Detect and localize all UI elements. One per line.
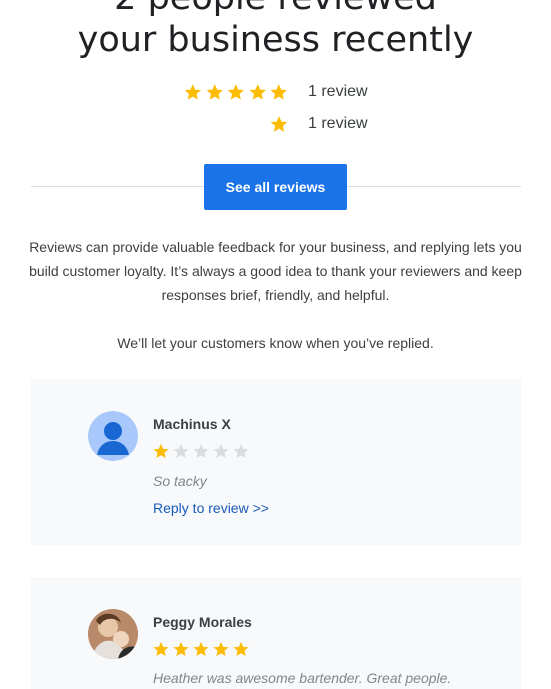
star-empty-icon <box>172 442 190 460</box>
star-filled-icon <box>212 640 230 658</box>
star-filled-icon <box>152 640 170 658</box>
reviewer-name: Peggy Morales <box>153 614 252 630</box>
star-empty-icon <box>232 442 250 460</box>
review-card: Machinus X So tacky Reply to review >> <box>31 379 521 545</box>
reviewer-name: Machinus X <box>153 416 231 432</box>
star-filled-icon <box>248 82 268 102</box>
review-count-label: 1 review <box>308 83 368 100</box>
notify-paragraph: We’ll let your customers know when you’v… <box>117 335 434 351</box>
star-filled-icon <box>192 640 210 658</box>
reply-to-review-link[interactable]: Reply to review >> <box>153 499 269 517</box>
headline-line-2: your business recently <box>77 20 474 60</box>
star-filled-icon <box>205 82 225 102</box>
star-empty-icon <box>192 442 210 460</box>
star-filled-icon <box>269 82 289 102</box>
star-filled-icon <box>172 640 190 658</box>
one-star-rating <box>183 114 291 134</box>
star-empty-icon <box>212 442 230 460</box>
default-person-avatar-icon <box>88 411 138 461</box>
review-star-rating <box>152 640 252 658</box>
star-filled-icon <box>232 640 250 658</box>
star-filled-icon <box>152 442 170 460</box>
rating-summary-one-star: 1 review <box>183 112 368 136</box>
review-notification-email: 2 people reviewed your business recently… <box>0 0 551 689</box>
star-filled-icon <box>226 82 246 102</box>
review-count-label: 1 review <box>308 115 368 132</box>
rating-summary-five-star: 1 review <box>183 80 368 104</box>
review-text: Heather was awesome bartender. Great peo… <box>153 670 452 686</box>
review-star-rating <box>152 442 252 460</box>
profile-photo-avatar-icon <box>88 609 138 659</box>
star-filled-icon <box>269 114 289 134</box>
five-star-rating <box>183 82 291 102</box>
headline-line-1: 2 people reviewed <box>0 0 551 18</box>
see-all-reviews-button[interactable]: See all reviews <box>204 164 347 210</box>
review-text: So tacky <box>153 473 207 489</box>
star-filled-icon <box>183 82 203 102</box>
intro-paragraph: Reviews can provide valuable feedback fo… <box>29 239 522 303</box>
review-card: Peggy Morales Heather was awesome barten… <box>31 577 521 689</box>
